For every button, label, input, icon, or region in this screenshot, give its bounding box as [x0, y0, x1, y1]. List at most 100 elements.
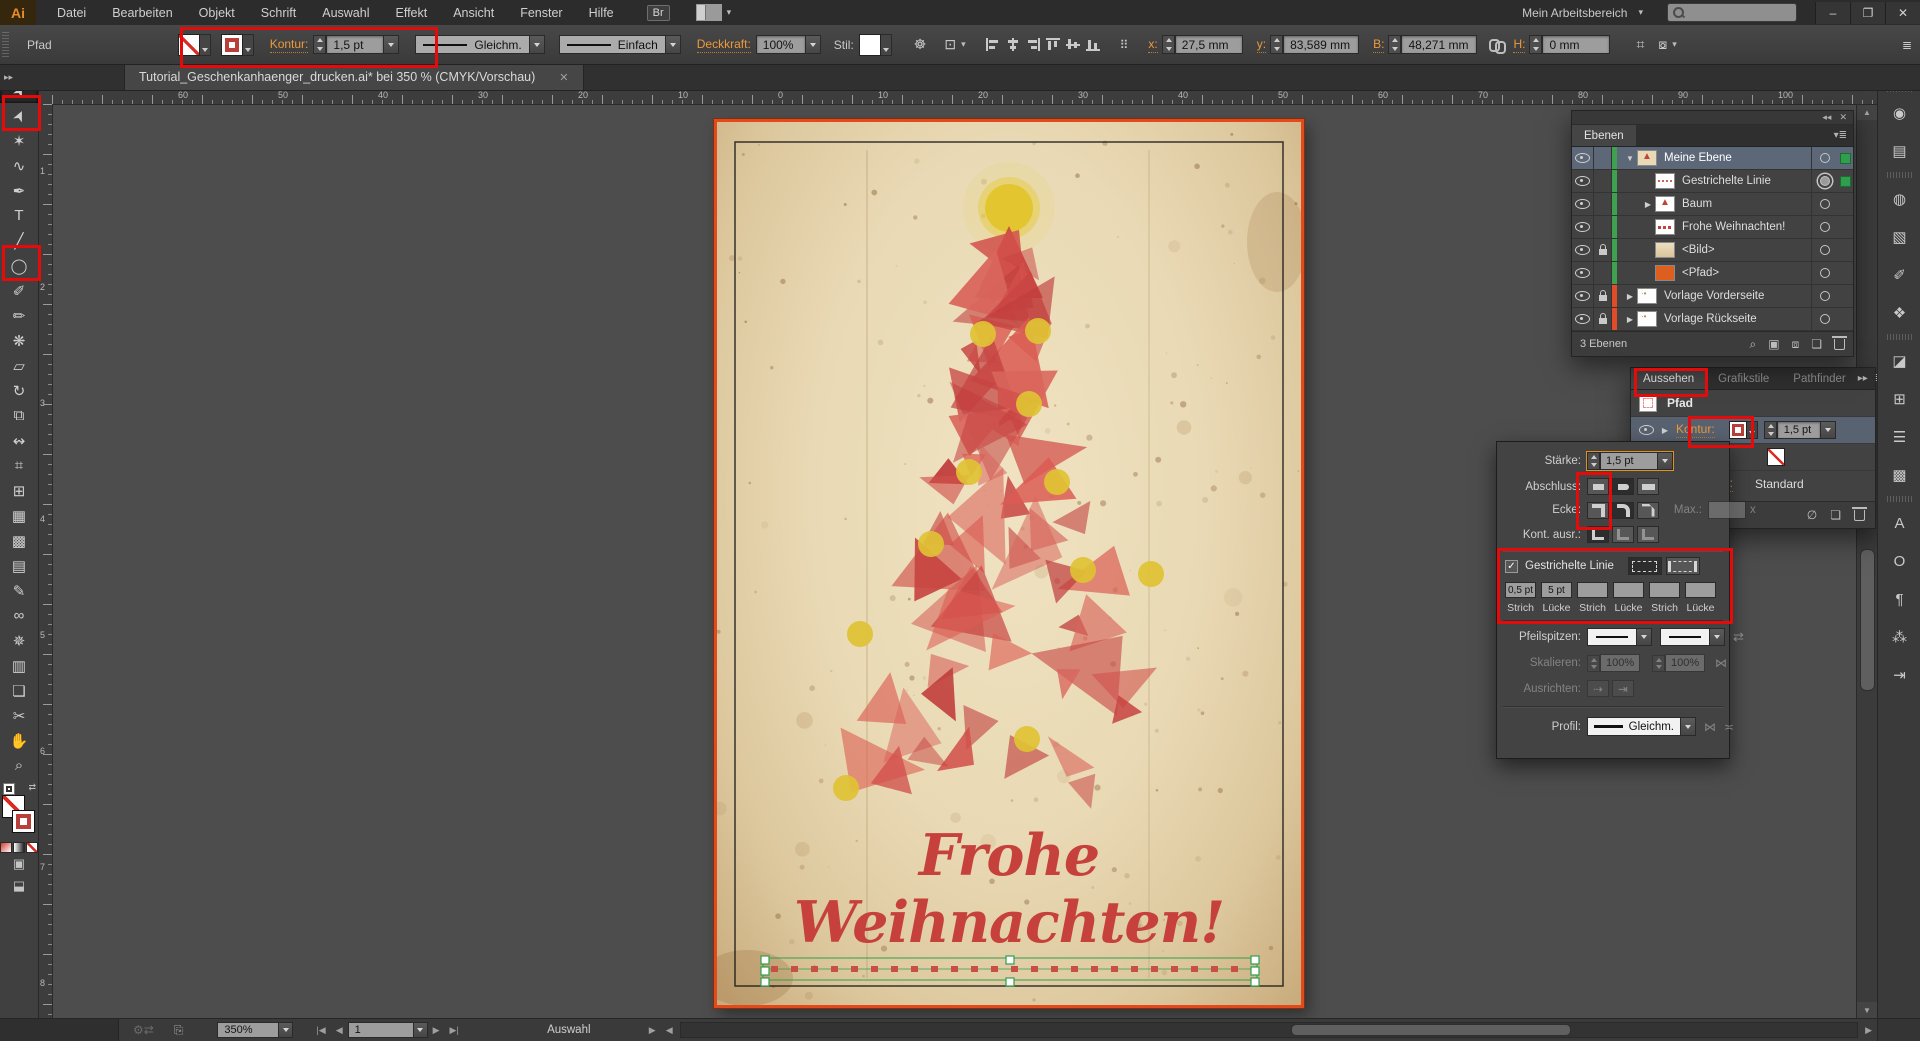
isolate-selection-icon[interactable]: ⌗: [1636, 36, 1644, 53]
expand-triangle-icon[interactable]: ▶: [1623, 292, 1637, 301]
dash-field-3[interactable]: [1577, 582, 1608, 598]
free-transform-tool[interactable]: ⌗: [0, 453, 38, 478]
layer-name[interactable]: Gestrichelte Linie: [1682, 175, 1771, 187]
horizontal-scrollbar[interactable]: [679, 1022, 1859, 1038]
expand-icon[interactable]: ▶: [1658, 426, 1672, 435]
visibility-cell[interactable]: [1572, 193, 1594, 215]
align-stroke-outside-button[interactable]: [1637, 526, 1659, 543]
zoom-level-field[interactable]: 350%: [217, 1022, 280, 1038]
visibility-eye-icon[interactable]: [1639, 425, 1654, 435]
export-icon[interactable]: ⎘: [174, 1023, 184, 1038]
tab-ebenen[interactable]: Ebenen: [1572, 125, 1636, 146]
target-circle-icon[interactable]: [1820, 222, 1830, 232]
new-layer-icon[interactable]: ❏: [1811, 337, 1822, 351]
layer-row[interactable]: Gestrichelte Linie: [1572, 170, 1853, 193]
cap-butt-button[interactable]: [1587, 478, 1609, 495]
layer-thumbnail[interactable]: [1637, 150, 1657, 166]
width-profile-dropdown[interactable]: Gleichm.: [415, 35, 530, 54]
staerke-dropdown-icon[interactable]: [1657, 452, 1673, 470]
target-circle-icon[interactable]: [1820, 245, 1830, 255]
dock-drag-handle[interactable]: [1887, 172, 1912, 178]
tab-grafikstile[interactable]: Grafikstile: [1706, 368, 1781, 389]
target-cell[interactable]: [1811, 262, 1838, 284]
arrowhead-start-caret-icon[interactable]: [1636, 628, 1652, 646]
lock-cell[interactable]: [1594, 193, 1612, 215]
stroke-weight-stepper[interactable]: [1763, 421, 1777, 439]
target-circle-icon[interactable]: [1820, 176, 1830, 186]
recolor-artwork-icon[interactable]: ☸: [914, 36, 927, 53]
fill-swatch[interactable]: [177, 33, 200, 56]
vertical-scrollbar[interactable]: ▲ ▼: [1856, 104, 1877, 1018]
staerke-field[interactable]: 1,5 pt: [1600, 452, 1658, 470]
dock-drag-handle[interactable]: [1887, 496, 1912, 502]
constrain-proportions-icon[interactable]: [1489, 38, 1507, 54]
align-bottom-icon[interactable]: [1085, 38, 1100, 51]
stil-swatch[interactable]: [858, 33, 881, 56]
pen-tool[interactable]: ✒: [0, 178, 38, 203]
sync-settings-icon[interactable]: ⚙⇄: [133, 1023, 154, 1037]
select-similar-icon[interactable]: ⧇: [1658, 36, 1667, 53]
align-center-icon[interactable]: [1005, 38, 1020, 51]
bridge-button[interactable]: Br: [646, 4, 670, 21]
duplicate-item-icon[interactable]: ❏: [1830, 508, 1841, 522]
tabulatoren-icon[interactable]: ⇥: [1878, 656, 1920, 694]
dash-field-5[interactable]: [1649, 582, 1680, 598]
panel-close-icon[interactable]: ✕: [1839, 112, 1847, 123]
lock-cell[interactable]: [1594, 147, 1612, 169]
tab-pathfinder[interactable]: Pathfinder: [1781, 368, 1857, 389]
stroke-swatch-dropdown-icon[interactable]: [1745, 421, 1758, 439]
menu-item-datei[interactable]: Datei: [44, 6, 99, 20]
expand-triangle-icon[interactable]: ▶: [1641, 200, 1655, 209]
align-left-icon[interactable]: [985, 38, 1000, 51]
eyedropper-tool[interactable]: ✎: [0, 578, 38, 603]
document-tab[interactable]: Tutorial_Geschenkanhaenger_drucken.ai* b…: [124, 64, 584, 90]
h-stepper[interactable]: [1529, 35, 1543, 54]
menu-item-fenster[interactable]: Fenster: [507, 6, 575, 20]
vertical-scroll-thumb[interactable]: [1860, 549, 1875, 691]
deckkraft-link[interactable]: Deckkraft:: [696, 37, 751, 53]
farbe-icon[interactable]: ◉: [1878, 94, 1920, 132]
width-profile-dropdown[interactable]: Gleichm.: [1587, 717, 1681, 736]
target-cell[interactable]: [1811, 308, 1838, 330]
type-tool[interactable]: T: [0, 203, 38, 228]
menu-item-ansicht[interactable]: Ansicht: [440, 6, 507, 20]
layer-name[interactable]: <Pfad>: [1682, 267, 1719, 279]
close-button[interactable]: ✕: [1885, 1, 1920, 24]
symbole-icon[interactable]: ❖: [1878, 294, 1920, 332]
scroll-down-icon[interactable]: ▼: [1857, 1002, 1877, 1018]
menu-item-effekt[interactable]: Effekt: [382, 6, 440, 20]
y-link[interactable]: y:: [1256, 37, 1267, 53]
verlauf-icon[interactable]: ▧: [1878, 218, 1920, 256]
delete-item-icon[interactable]: [1852, 506, 1867, 521]
workspace-switcher[interactable]: Mein Arbeitsbereich ▾: [1522, 6, 1643, 20]
target-cell[interactable]: [1811, 193, 1838, 215]
select-similar-caret-icon[interactable]: ▾: [1672, 39, 1677, 50]
eraser-tool[interactable]: ▱: [0, 353, 38, 378]
zeichen-icon[interactable]: A: [1878, 504, 1920, 542]
visibility-cell[interactable]: [1572, 262, 1594, 284]
transparenz-icon[interactable]: ◍: [1878, 180, 1920, 218]
stroke-weight-dropdown-icon[interactable]: [1819, 421, 1836, 439]
delete-layer-icon[interactable]: [1832, 335, 1847, 350]
b-field[interactable]: 48,271 mm: [1401, 35, 1478, 54]
join-round-button[interactable]: [1612, 501, 1634, 519]
layer-thumbnail[interactable]: [1655, 173, 1675, 189]
layer-thumbnail[interactable]: [1637, 311, 1657, 327]
deckkraft-dropdown-icon[interactable]: [804, 35, 821, 54]
x-stepper[interactable]: [1161, 35, 1175, 54]
lock-cell[interactable]: [1594, 262, 1612, 284]
b-stepper[interactable]: [1388, 35, 1402, 54]
visibility-cell[interactable]: [1572, 285, 1594, 307]
visibility-cell[interactable]: [1572, 170, 1594, 192]
panel-expand-icon[interactable]: ▸▸: [1858, 373, 1868, 384]
dash-field-4[interactable]: [1613, 582, 1644, 598]
glyphen-icon[interactable]: ⁂: [1878, 618, 1920, 656]
layer-row[interactable]: ▶ Vorlage Rückseite: [1572, 308, 1853, 331]
profile-caret-icon[interactable]: [1680, 717, 1696, 736]
status-expand-icon[interactable]: ▶: [644, 1025, 661, 1036]
menu-item-auswahl[interactable]: Auswahl: [309, 6, 382, 20]
appearance-item-row[interactable]: Pfad: [1631, 390, 1875, 417]
transform-caret-icon[interactable]: ▾: [961, 39, 966, 50]
color-mode-icon[interactable]: [0, 842, 12, 853]
horizontal-ruler[interactable]: 6050403020100102030405060708090100110: [52, 90, 1920, 105]
